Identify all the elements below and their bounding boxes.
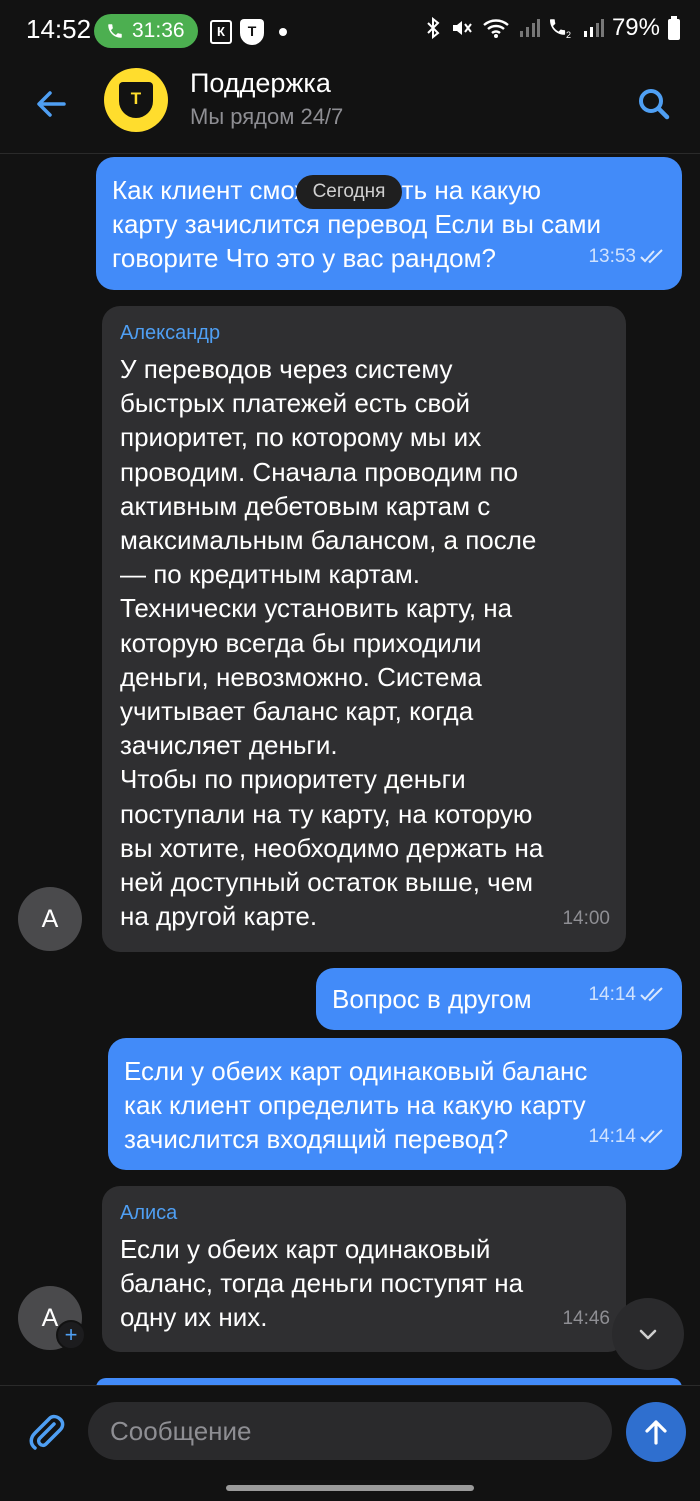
message-time: 14:14 (588, 1125, 636, 1147)
mute-icon (450, 17, 474, 39)
call-indicator[interactable]: 31:36 (94, 14, 198, 48)
scroll-to-bottom-button[interactable] (612, 1298, 684, 1370)
message-text: Если у обеих карт одинаковый баланс, тог… (120, 1234, 524, 1333)
status-icons: 2 79% (424, 14, 680, 42)
chat-title[interactable]: Поддержка (190, 68, 331, 99)
sender-name: Алиса (120, 1202, 178, 1224)
more-notifications-dot (279, 28, 287, 36)
notification-app-icon: К (210, 20, 232, 44)
date-divider: Сегодня (296, 175, 402, 209)
arrow-left-icon (37, 91, 66, 117)
svg-text:2: 2 (566, 30, 571, 39)
support-avatar[interactable]: Т (104, 68, 168, 132)
chat-subtitle: Мы рядом 24/7 (190, 104, 344, 129)
search-button[interactable] (632, 82, 676, 126)
message-time: 14:00 (562, 907, 610, 929)
signal-icon (518, 17, 540, 39)
plus-icon[interactable]: + (56, 1320, 86, 1350)
message-meta: 14:00 (562, 902, 610, 936)
status-bar: 14:52 31:36 К Т 2 79% (0, 0, 700, 64)
bluetooth-icon (424, 17, 442, 39)
avatar-letter: А (41, 904, 59, 933)
message-bubble-incoming[interactable]: Алиса Если у обеих карт одинаковый балан… (102, 1186, 626, 1352)
avatar-letter: А (41, 1303, 59, 1332)
home-indicator (226, 1485, 474, 1491)
call-duration: 31:36 (132, 19, 185, 42)
volte-call-icon: 2 (548, 17, 574, 39)
message-meta: 14:14 (588, 1120, 666, 1154)
message-time: 14:14 (588, 983, 636, 1005)
status-time: 14:52 (26, 14, 92, 44)
double-check-icon (640, 249, 663, 264)
message-bubble-outgoing[interactable]: Если у обеих карт одинаковый баланс как … (108, 1038, 682, 1170)
double-check-icon (640, 987, 663, 1002)
message-time: 13:53 (588, 245, 636, 267)
message-time: 14:46 (562, 1307, 610, 1329)
logo-letter: Т (130, 89, 142, 108)
bank-notification-icon: Т (240, 19, 264, 45)
message-text: У переводов через систему быстрых платеж… (120, 354, 544, 932)
message-meta: 13:53 (588, 240, 666, 274)
signal-2-icon (582, 17, 604, 39)
chat-header: Т Поддержка Мы рядом 24/7 (0, 64, 700, 154)
message-bubble-outgoing[interactable]: Вопрос в другом 14:14 (316, 968, 682, 1030)
message-text: Если у обеих карт одинаковый баланс как … (124, 1056, 588, 1155)
message-bubble-incoming[interactable]: Александр У переводов через систему быст… (102, 306, 626, 952)
double-check-icon (640, 1129, 663, 1144)
phone-icon (108, 24, 122, 38)
message-input[interactable] (88, 1402, 612, 1460)
chevron-down-icon (639, 1329, 657, 1340)
battery-icon (668, 16, 680, 40)
send-button[interactable] (626, 1402, 686, 1462)
search-icon (639, 89, 670, 120)
battery-percent: 79% (611, 14, 660, 41)
attach-button[interactable] (24, 1410, 68, 1454)
sender-name: Александр (120, 322, 221, 344)
arrow-up-icon (645, 1420, 667, 1445)
message-composer (0, 1385, 700, 1501)
message-meta: 14:46 (562, 1302, 610, 1336)
paperclip-icon (29, 1414, 65, 1450)
operator-avatar[interactable]: А (18, 887, 82, 951)
wifi-icon (482, 17, 510, 39)
back-button[interactable] (30, 82, 74, 126)
shield-logo-icon: Т (119, 82, 153, 118)
message-meta: 14:14 (588, 978, 666, 1012)
